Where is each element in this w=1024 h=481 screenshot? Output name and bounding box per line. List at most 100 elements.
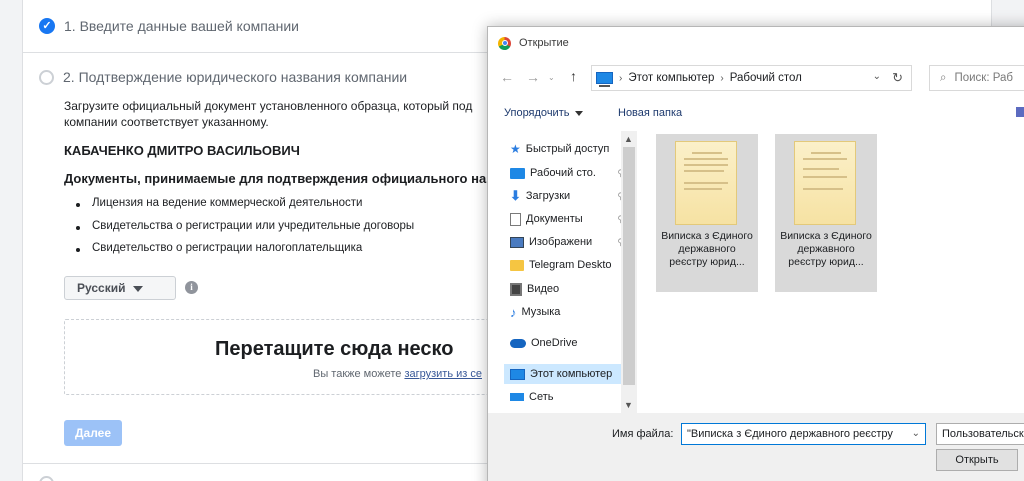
accepted-documents-heading: Документы, принимаемые для подтверждения… xyxy=(64,171,501,186)
info-icon[interactable]: i xyxy=(185,281,198,294)
nav-item-label: OneDrive xyxy=(531,337,578,349)
nav-item-label: Загрузки xyxy=(525,190,571,202)
video-icon xyxy=(510,282,522,296)
scroll-down-icon[interactable]: ▼ xyxy=(624,400,633,410)
nav-item[interactable]: Документы⚲ xyxy=(510,209,628,229)
organize-button[interactable]: Упорядочить xyxy=(504,107,584,119)
image-icon xyxy=(510,236,524,248)
nav-pane-scrollbar[interactable]: ▲ ▼ xyxy=(621,131,637,413)
recent-chevron-icon[interactable]: ⌄ xyxy=(548,73,555,82)
search-placeholder: Поиск: Раб xyxy=(954,72,1013,84)
nav-item-label: Telegram Deskto xyxy=(529,259,612,271)
file-type-filter[interactable]: Пользовательск xyxy=(936,423,1024,445)
nav-item[interactable]: Сеть xyxy=(510,387,628,407)
forward-arrow-icon[interactable]: → xyxy=(526,69,540,85)
organize-label: Упорядочить xyxy=(504,107,570,119)
nav-item-label: Этот компьютер xyxy=(530,368,613,380)
dialog-titlebar: Открытие xyxy=(488,27,1024,59)
nav-item[interactable]: Telegram Deskto xyxy=(510,255,628,275)
desktop-icon xyxy=(510,167,525,179)
step-2-title: 2. Подтверждение юридического названия к… xyxy=(63,69,408,85)
search-icon: ⌕ xyxy=(940,71,947,84)
nav-item[interactable]: ⬇Загрузки⚲ xyxy=(510,186,628,206)
breadcrumb-desktop[interactable]: Рабочий стол xyxy=(730,72,802,84)
new-folder-button[interactable]: Новая папка xyxy=(618,107,682,119)
open-file-dialog: Открытие ← → ⌄ ↑ › Этот компьютер › Рабо… xyxy=(487,26,1024,481)
document-icon xyxy=(510,212,521,226)
view-options-icon[interactable] xyxy=(1016,107,1024,117)
caret-down-icon xyxy=(575,110,584,116)
chevron-down-icon[interactable]: ⌄ xyxy=(873,71,881,82)
nav-item[interactable]: OneDrive xyxy=(510,333,628,353)
step-2-description: Загрузите официальный документ установле… xyxy=(64,99,473,129)
checkmark-icon: ✓ xyxy=(39,18,55,34)
dialog-title: Открытие xyxy=(519,37,569,49)
chrome-icon xyxy=(498,36,511,50)
nav-item[interactable]: Этот компьютер xyxy=(504,364,632,384)
upload-link[interactable]: загрузить из се xyxy=(404,368,482,380)
filename-value: "Виписка з Єдиного державного реєстру xyxy=(687,428,893,440)
nav-item-label: Музыка xyxy=(521,306,561,318)
dialog-footer: Имя файла: "Виписка з Єдиного державного… xyxy=(488,413,1024,481)
breadcrumb-this-pc[interactable]: Этот компьютер xyxy=(628,72,714,84)
company-name: КАБАЧЕНКО ДМИТРО ВАСИЛЬОВИЧ xyxy=(64,143,300,158)
file-list: Виписка з Єдиного державного реєстру юри… xyxy=(638,131,1024,413)
chevron-down-icon[interactable]: ⌄ xyxy=(907,424,920,444)
step-radio-icon xyxy=(39,476,54,481)
network-icon xyxy=(510,393,524,401)
computer-icon xyxy=(596,72,613,87)
up-arrow-icon[interactable]: ↑ xyxy=(570,68,577,84)
accepted-documents-list: Лицензия на ведение коммерческой деятель… xyxy=(76,197,414,265)
file-item[interactable]: Виписка з Єдиного державного реєстру юри… xyxy=(775,134,877,292)
file-item[interactable]: Виписка з Єдиного державного реєстру юри… xyxy=(656,134,758,292)
back-arrow-icon[interactable]: ← xyxy=(500,69,514,85)
document-thumbnail xyxy=(675,141,737,225)
address-bar[interactable]: › Этот компьютер › Рабочий стол ⌄ ↻ xyxy=(591,65,912,91)
next-button[interactable]: Далее xyxy=(64,420,122,446)
music-icon: ♪ xyxy=(510,304,517,320)
navigation-pane: ★ Быстрый доступ Рабочий сто.⚲ ⬇Загрузки⚲ До… xyxy=(488,131,638,413)
step-1-title: 1. Введите данные вашей компании xyxy=(64,18,299,34)
nav-item-label: Рабочий сто. xyxy=(530,167,596,179)
cloud-icon xyxy=(510,338,526,348)
nav-item[interactable]: Рабочий сто.⚲ xyxy=(510,163,628,183)
chevron-right-icon: › xyxy=(720,72,724,84)
nav-item[interactable]: ★ Быстрый доступ xyxy=(510,139,628,159)
list-item: Свидетельства о регистрации или учредите… xyxy=(76,220,414,243)
nav-item-label: Видео xyxy=(527,283,560,295)
step-radio-icon xyxy=(39,69,54,85)
language-label: Русский xyxy=(77,281,126,295)
star-icon: ★ xyxy=(510,142,521,156)
nav-item-label: Сеть xyxy=(529,391,554,403)
list-item: Свидетельство о регистрации налогоплател… xyxy=(76,242,414,265)
drop-zone-subtitle-text: Вы также можете xyxy=(313,368,402,380)
open-button[interactable]: Открыть xyxy=(936,449,1018,471)
nav-item[interactable]: Изображени⚲ xyxy=(510,232,628,252)
computer-icon xyxy=(510,368,525,380)
file-name: Виписка з Єдиного державного реєстру юри… xyxy=(780,230,872,268)
step-1-header[interactable]: ✓ 1. Введите данные вашей компании xyxy=(39,18,299,34)
scroll-up-icon[interactable]: ▲ xyxy=(624,134,633,144)
dialog-toolbar: Упорядочить Новая папка xyxy=(488,101,1024,127)
document-thumbnail xyxy=(794,141,856,225)
nav-item-label: Документы xyxy=(526,213,583,225)
navigation-row: ← → ⌄ ↑ › Этот компьютер › Рабочий стол … xyxy=(488,61,1024,95)
step-2-header: 2. Подтверждение юридического названия к… xyxy=(39,69,407,85)
screen: ✓ 1. Введите данные вашей компании 2. По… xyxy=(0,0,1024,481)
refresh-icon[interactable]: ↻ xyxy=(892,70,903,86)
nav-item-label: Изображени xyxy=(529,236,593,248)
filename-input[interactable]: "Виписка з Єдиного державного реєстру ⌄ xyxy=(681,423,926,445)
folder-icon xyxy=(510,259,524,271)
chevron-right-icon: › xyxy=(619,72,623,84)
caret-down-icon xyxy=(132,285,143,292)
language-dropdown[interactable]: Русский xyxy=(64,276,176,300)
drop-zone-subtitle: Вы также можете загрузить из се xyxy=(313,368,482,380)
list-item: Лицензия на ведение коммерческой деятель… xyxy=(76,197,414,220)
filename-label: Имя файла: xyxy=(612,428,674,440)
nav-item[interactable]: ♪ Музыка xyxy=(510,302,628,322)
nav-item[interactable]: Видео xyxy=(510,279,628,299)
search-box[interactable]: ⌕ Поиск: Раб xyxy=(929,65,1024,91)
file-name: Виписка з Єдиного державного реєстру юри… xyxy=(661,230,753,268)
scrollbar-thumb[interactable] xyxy=(623,147,635,385)
nav-item-label: Быстрый доступ xyxy=(525,143,610,155)
